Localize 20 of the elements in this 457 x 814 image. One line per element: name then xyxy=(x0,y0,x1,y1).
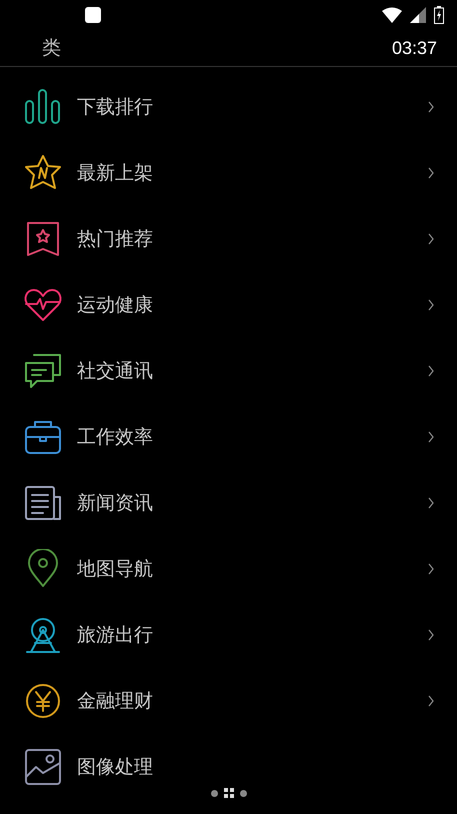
page-dot[interactable] xyxy=(240,790,246,796)
notification-icon xyxy=(84,6,102,24)
category-item[interactable]: 新闻资讯 xyxy=(0,470,457,536)
category-item[interactable]: 下载排行 xyxy=(0,74,457,140)
category-item[interactable]: 工作效率 xyxy=(0,404,457,470)
clock-time: 03:37 xyxy=(392,38,437,58)
apps-page-icon[interactable] xyxy=(224,788,234,798)
battery-icon xyxy=(434,6,444,24)
category-item[interactable]: 社交通讯 xyxy=(0,338,457,404)
category-item[interactable]: 金融理财 xyxy=(0,668,457,734)
category-item[interactable]: 最新上架 xyxy=(0,140,457,206)
category-item[interactable]: 运动健康 xyxy=(0,272,457,338)
category-item[interactable]: 热门推荐 xyxy=(0,206,457,272)
page-title: 类 xyxy=(42,36,61,61)
category-item[interactable]: 旅游出行 xyxy=(0,602,457,668)
wifi-icon xyxy=(382,7,402,23)
page-dot[interactable] xyxy=(210,790,218,796)
category-item[interactable]: 地图导航 xyxy=(0,536,457,602)
signal-icon xyxy=(410,7,426,23)
category-item[interactable]: 图像处理 xyxy=(0,734,457,800)
